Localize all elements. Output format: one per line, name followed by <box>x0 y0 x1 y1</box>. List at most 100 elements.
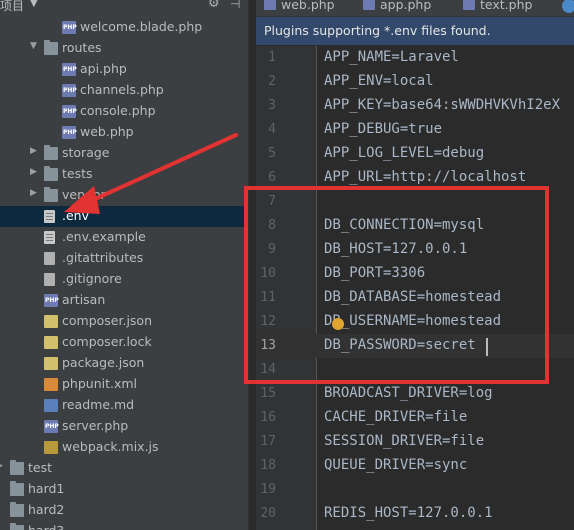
code-line[interactable]: 4 APP_DEBUG=true <box>256 118 574 142</box>
line-number: 17 <box>260 434 276 449</box>
tree-item[interactable]: PHP web.php <box>0 122 248 143</box>
tree-item-label: artisan <box>62 292 106 307</box>
tree-item[interactable]: ▶ storage <box>0 143 248 164</box>
tree-item[interactable]: .gitattributes <box>0 248 248 269</box>
folder-file-icon <box>44 145 58 160</box>
tree-item[interactable]: composer.lock <box>0 332 248 353</box>
tree-item[interactable]: ▶ vendor <box>0 185 248 206</box>
tree-item[interactable]: package.json <box>0 353 248 374</box>
tree-item-label: .env <box>62 208 89 223</box>
chevron-right-icon[interactable]: ▶ <box>30 188 40 198</box>
tree-item-label: storage <box>62 145 110 160</box>
php-file-icon: PHP <box>62 21 77 34</box>
line-number: 18 <box>260 458 276 473</box>
php-file-icon <box>463 0 475 10</box>
highlight-box <box>244 186 549 384</box>
tree-item[interactable]: PHP welcome.blade.php <box>0 17 248 38</box>
php-file-icon <box>363 0 375 10</box>
tree-item-label: phpunit.xml <box>62 376 138 391</box>
line-number: 1 <box>268 50 276 65</box>
chevron-right-icon[interactable]: ▶ <box>30 167 40 177</box>
tree-item-label: api.php <box>80 61 127 76</box>
code-line[interactable]: 17 SESSION_DRIVER=file <box>256 430 574 454</box>
tree-item[interactable]: .env.example <box>0 227 248 248</box>
tree-item[interactable]: .gitignore <box>0 269 248 290</box>
tree-item-label: webpack.mix.js <box>62 439 159 454</box>
chevron-down-icon[interactable]: ▼ <box>30 41 40 51</box>
tree-item[interactable]: hard3 <box>0 521 248 530</box>
xml-file-icon <box>44 378 58 391</box>
tree-item[interactable]: phpunit.xml <box>0 374 248 395</box>
tree-item[interactable]: .env <box>0 206 248 227</box>
hide-panel-icon[interactable]: ⊣ <box>230 0 240 11</box>
folder-file-icon <box>10 460 24 475</box>
code-text: APP_NAME=Laravel <box>324 49 459 65</box>
tree-item-label: channels.php <box>80 82 164 97</box>
code-line[interactable]: 2 APP_ENV=local <box>256 70 574 94</box>
tab-text-php[interactable]: text.php <box>463 0 532 15</box>
tree-item[interactable]: PHP channels.php <box>0 80 248 101</box>
tree-item[interactable]: PHP artisan <box>0 290 248 311</box>
tree-item[interactable]: composer.json <box>0 311 248 332</box>
tree-item[interactable]: PHP console.php <box>0 101 248 122</box>
php-file-icon: PHP <box>62 105 77 118</box>
php-file-icon: PHP <box>62 63 77 76</box>
code-line[interactable]: 15 BROADCAST_DRIVER=log <box>256 382 574 406</box>
project-panel: 项目 ▼ ⚙ ⊣ PHP welcome.blade.php ▼ routes PHP a… <box>0 0 248 530</box>
code-text: SESSION_DRIVER=file <box>324 433 485 449</box>
tree-item-label: readme.md <box>62 397 135 412</box>
tree-item-label: hard2 <box>28 502 65 517</box>
code-line[interactable]: 1 APP_NAME=Laravel <box>256 46 574 70</box>
tab-web-php[interactable]: web.php <box>264 0 335 15</box>
tab-label: text.php <box>480 0 533 12</box>
tree-item-label: web.php <box>80 124 134 139</box>
chevron-right-icon[interactable]: ▶ <box>30 146 40 156</box>
code-text: APP_ENV=local <box>324 73 434 89</box>
tree-item[interactable]: ▶ test <box>0 458 248 479</box>
line-number: 15 <box>260 386 276 401</box>
code-line[interactable]: 20 REDIS_HOST=127.0.0.1 <box>256 502 574 526</box>
folder-file-icon <box>44 166 58 181</box>
code-line[interactable]: 16 CACHE_DRIVER=file <box>256 406 574 430</box>
tree-item[interactable]: webpack.mix.js <box>0 437 248 458</box>
gitf-file-icon <box>44 273 55 286</box>
tree-item[interactable]: hard1 <box>0 479 248 500</box>
line-number: 16 <box>260 410 276 425</box>
code-line[interactable]: 18 QUEUE_DRIVER=sync <box>256 454 574 478</box>
code-line[interactable]: 5 APP_LOG_LEVEL=debug <box>256 142 574 166</box>
folder-file-icon <box>10 523 24 530</box>
tab-label: web.php <box>281 0 335 12</box>
tree-item[interactable]: hard2 <box>0 500 248 521</box>
banner-text: Plugins supporting *.env files found. <box>264 23 491 38</box>
json-file-icon <box>44 357 58 370</box>
project-view-dropdown-icon[interactable]: ▼ <box>30 0 38 9</box>
plugin-suggestion-banner: Plugins supporting *.env files found. <box>256 17 574 45</box>
tree-item[interactable]: PHP api.php <box>0 59 248 80</box>
code-text: APP_LOG_LEVEL=debug <box>324 145 485 161</box>
gear-icon[interactable]: ⚙ <box>208 0 220 11</box>
tab-overflow-icon[interactable] <box>562 0 574 13</box>
tree-item-label: server.php <box>62 418 129 433</box>
php-file-icon: PHP <box>62 84 77 97</box>
json-file-icon <box>44 336 58 349</box>
code-text: APP_URL=http://localhost <box>324 169 527 185</box>
code-text: BROADCAST_DRIVER=log <box>324 385 493 401</box>
tree-item-label: routes <box>62 40 102 55</box>
php-file-icon <box>264 0 276 10</box>
folder-file-icon <box>44 40 58 55</box>
code-line[interactable]: 3 APP_KEY=base64:sWWDHVKVhI2eX <box>256 94 574 118</box>
tree-item[interactable]: ▼ routes <box>0 38 248 59</box>
code-line[interactable]: 19 <box>256 478 574 502</box>
project-panel-title[interactable]: 项目 <box>0 0 24 14</box>
line-number: 2 <box>268 74 276 89</box>
tree-item[interactable]: PHP server.php <box>0 416 248 437</box>
tab-app-php[interactable]: app.php <box>363 0 431 15</box>
tree-item[interactable]: ▶ tests <box>0 164 248 185</box>
project-panel-header: 项目 ▼ ⚙ ⊣ <box>0 0 248 14</box>
tree-item[interactable]: readme.md <box>0 395 248 416</box>
js-file-icon <box>44 441 58 454</box>
code-text: REDIS_HOST=127.0.0.1 <box>324 505 493 521</box>
chevron-right-icon[interactable]: ▶ <box>0 461 6 471</box>
line-number: 19 <box>260 482 276 497</box>
line-number: 5 <box>268 146 276 161</box>
